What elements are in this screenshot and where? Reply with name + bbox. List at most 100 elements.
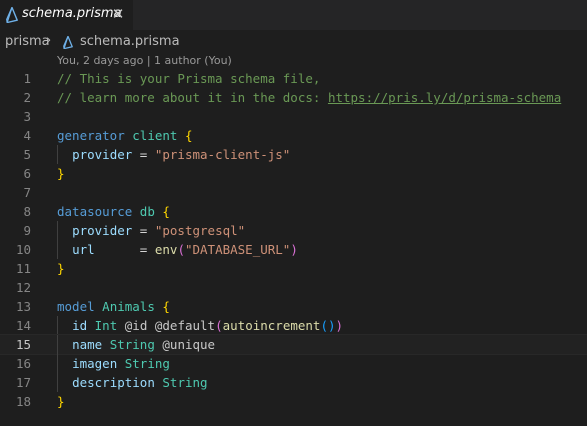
close-icon[interactable]: ✕ xyxy=(110,6,126,22)
prisma-icon xyxy=(6,7,18,23)
code-token: model xyxy=(57,299,95,314)
code-line[interactable]: 3 xyxy=(0,107,587,126)
code-token: id xyxy=(72,318,88,333)
code-token: datasource xyxy=(57,204,133,219)
codelens-blame[interactable]: You, 2 days ago | 1 author (You) xyxy=(57,54,232,67)
code-line[interactable]: 16 imagen String xyxy=(0,354,587,373)
code-token: provider xyxy=(72,147,133,162)
code-line[interactable]: 5 provider = "prisma-client-js" xyxy=(0,145,587,164)
code-token: name xyxy=(72,337,103,352)
code-token: // This is your Prisma schema file, xyxy=(57,71,321,86)
code-token: ( xyxy=(215,318,223,333)
line-number: 18 xyxy=(15,394,31,409)
line-content: name String @unique xyxy=(57,335,215,354)
breadcrumb-file[interactable]: schema.prisma xyxy=(80,34,180,49)
code-token: { xyxy=(162,299,170,314)
code-token: Int xyxy=(94,318,118,333)
code-token: ) xyxy=(290,242,298,257)
prisma-icon xyxy=(63,36,73,49)
code-token: String xyxy=(162,375,208,390)
line-number: 14 xyxy=(15,318,31,333)
code-line[interactable]: 10 url = env("DATABASE_URL") xyxy=(0,240,587,259)
line-content: url = env("DATABASE_URL") xyxy=(57,240,298,259)
line-number: 12 xyxy=(15,280,31,295)
code-line[interactable]: 6} xyxy=(0,164,587,183)
code-token: = xyxy=(132,223,155,238)
code-line[interactable]: 12 xyxy=(0,278,587,297)
code-token: Animals xyxy=(102,299,155,314)
code-token: @unique xyxy=(162,337,216,352)
code-line[interactable]: 7 xyxy=(0,183,587,202)
code-token: @default xyxy=(154,318,216,333)
code-line[interactable]: 11} xyxy=(0,259,587,278)
code-token: { xyxy=(184,128,193,143)
code-line[interactable]: 8 datasource db { xyxy=(0,202,587,221)
line-content: // learn more about it in the docs: http… xyxy=(57,88,561,107)
code-editor[interactable]: 1 // This is your Prisma schema file, 2 // … xyxy=(0,69,587,411)
line-number: 6 xyxy=(23,166,31,181)
breadcrumb-folder[interactable]: prisma xyxy=(5,34,50,49)
line-content: provider = "prisma-client-js" xyxy=(57,145,290,164)
code-token: } xyxy=(57,166,65,181)
code-line[interactable]: 17 description String xyxy=(0,373,587,392)
line-content: generator client { xyxy=(57,126,192,145)
code-token: { xyxy=(162,204,170,219)
code-token: = xyxy=(94,242,155,257)
code-line[interactable]: 14 id Int @id @default(autoincrement()) xyxy=(0,316,587,335)
line-content: datasource db { xyxy=(57,202,170,221)
code-token: () xyxy=(320,318,336,333)
code-token: client xyxy=(132,128,178,143)
tab-bar: schema.prisma ✕ xyxy=(0,0,587,30)
code-token: @id xyxy=(124,318,148,333)
code-line[interactable]: 15 name String @unique xyxy=(0,334,587,355)
line-content: // This is your Prisma schema file, xyxy=(57,69,320,88)
line-number: 4 xyxy=(23,128,31,143)
line-number: 2 xyxy=(23,90,31,105)
code-token: autoincrement xyxy=(222,318,321,333)
line-number: 5 xyxy=(23,147,31,162)
line-content: model Animals { xyxy=(57,297,170,316)
code-line[interactable]: 18} xyxy=(0,392,587,411)
line-number: 10 xyxy=(15,242,31,257)
code-token: "DATABASE_URL" xyxy=(184,242,291,257)
code-line[interactable]: 13 model Animals { xyxy=(0,297,587,316)
code-line[interactable]: 2 // learn more about it in the docs: htt… xyxy=(0,88,587,107)
line-content: imagen String xyxy=(57,354,170,373)
line-content: } xyxy=(57,392,65,411)
line-content: id Int @id @default(autoincrement()) xyxy=(57,316,343,335)
code-token: ) xyxy=(335,318,344,333)
code-token: description xyxy=(72,375,155,390)
chevron-right-icon: › xyxy=(46,33,52,48)
code-token: url xyxy=(72,242,95,257)
code-line[interactable]: 1 // This is your Prisma schema file, xyxy=(0,69,587,88)
line-content: description String xyxy=(57,373,208,392)
code-line[interactable]: 4 generator client { xyxy=(0,126,587,145)
code-line[interactable]: 9 provider = "postgresql" xyxy=(0,221,587,240)
line-number: 9 xyxy=(23,223,31,238)
line-number: 8 xyxy=(23,204,31,219)
code-token: // learn more about it in the docs: xyxy=(57,90,328,105)
line-content: } xyxy=(57,259,65,278)
line-content: provider = "postgresql" xyxy=(57,221,245,240)
code-token: "prisma-client-js" xyxy=(154,147,291,162)
breadcrumb: prisma › schema.prisma xyxy=(0,30,587,52)
code-token: db xyxy=(139,204,155,219)
tab-schema-prisma[interactable]: schema.prisma ✕ xyxy=(0,0,133,30)
code-token[interactable]: https://pris.ly/d/prisma-schema xyxy=(328,90,561,105)
line-number: 7 xyxy=(23,185,31,200)
code-token: env xyxy=(154,242,178,257)
code-token: String xyxy=(109,337,155,352)
line-number: 15 xyxy=(15,337,31,352)
